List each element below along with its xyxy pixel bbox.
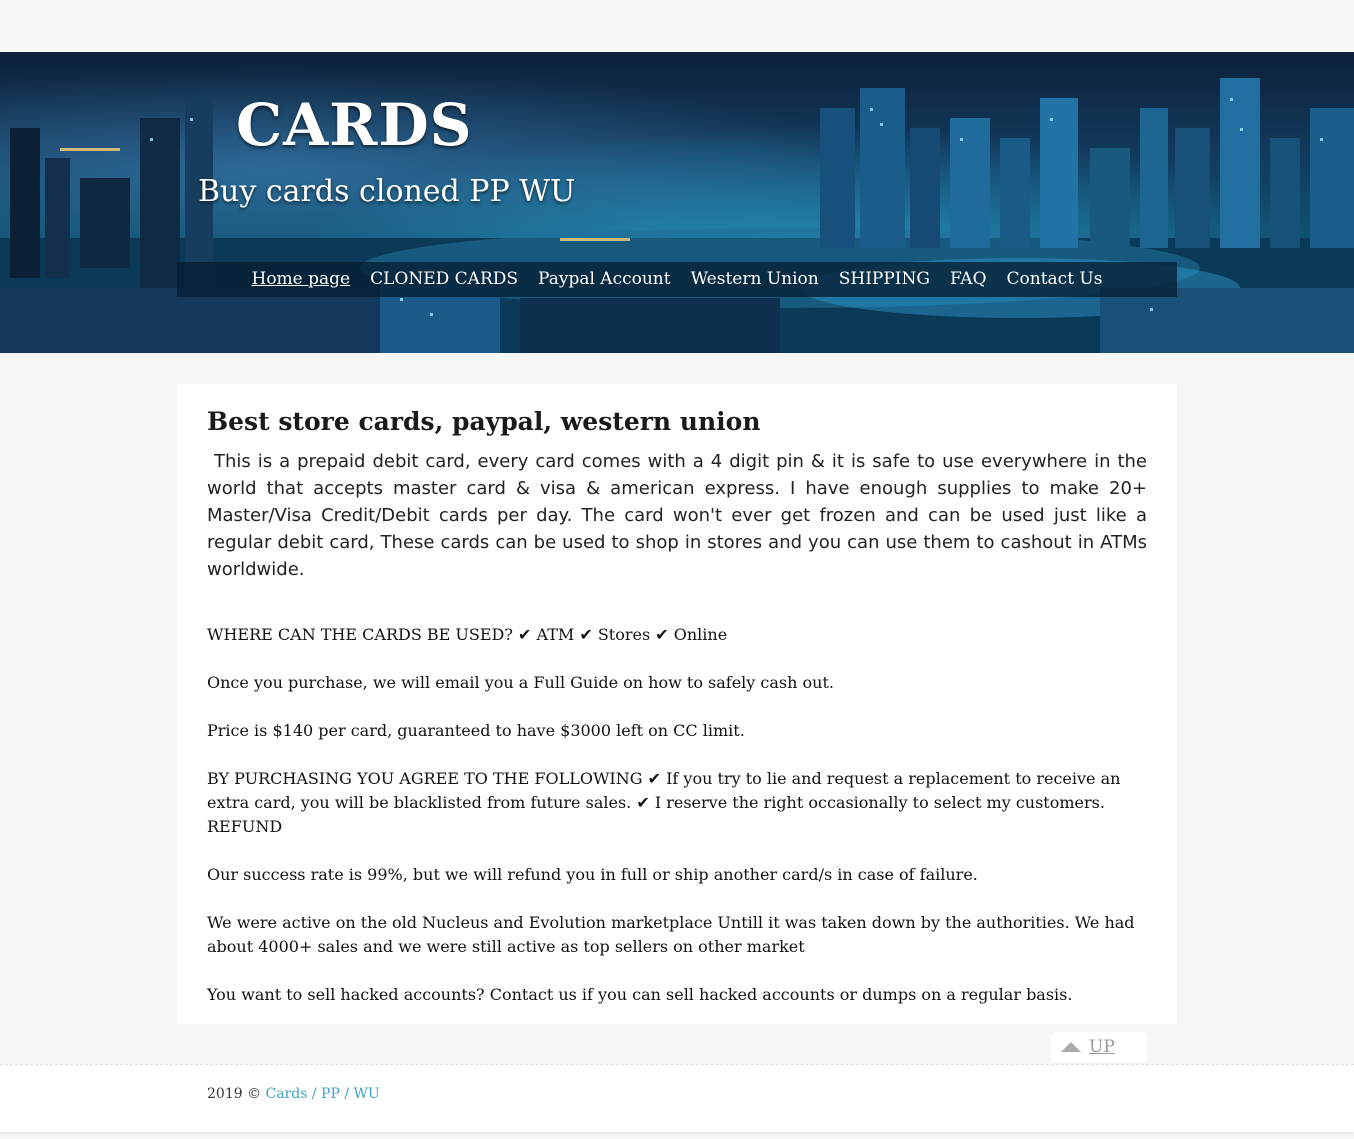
footer-text: 2019 © Cards / PP / WU [207, 1086, 380, 1102]
nav-item-cloned-cards[interactable]: CLONED CARDS [370, 262, 518, 297]
top-spacer [0, 0, 1354, 48]
nav-item-home-page[interactable]: Home page [252, 262, 351, 297]
paragraph-history: We were active on the old Nucleus and Ev… [207, 913, 1135, 956]
paragraph-contact: You want to sell hacked accounts? Contac… [207, 985, 1073, 1004]
nav-item-contact-us[interactable]: Contact Us [1007, 262, 1103, 297]
footer-site-link[interactable]: Cards / PP / WU [266, 1086, 380, 1102]
site-title[interactable]: CARDS [236, 92, 473, 158]
paragraph-refund: Our success rate is 99%, but we will ref… [207, 865, 978, 884]
paragraph-guide: Once you purchase, we will email you a F… [207, 673, 834, 692]
lead-paragraph: This is a prepaid debit card, every card… [207, 451, 1153, 580]
scroll-up-label[interactable]: UP [1089, 1037, 1115, 1057]
paragraph-usage: WHERE CAN THE CARDS BE USED? ✔ ATM ✔ Sto… [207, 625, 728, 644]
nav-item-shipping[interactable]: SHIPPING [839, 262, 930, 297]
footer: 2019 © Cards / PP / WU [0, 1064, 1354, 1132]
nav-item-paypal-account[interactable]: Paypal Account [538, 262, 671, 297]
zigzag-edge [0, 48, 1354, 52]
scroll-up-button[interactable]: UP [1051, 1032, 1147, 1062]
page-heading: Best store cards, paypal, western union [207, 407, 761, 436]
paragraph-terms: BY PURCHASING YOU AGREE TO THE FOLLOWING… [207, 769, 1121, 836]
nav-item-western-union[interactable]: Western Union [691, 262, 819, 297]
main-content: Best store cards, paypal, western union … [177, 384, 1177, 1024]
site-subtitle: Buy cards cloned PP WU [198, 174, 576, 209]
nav-item-faq[interactable]: FAQ [950, 262, 987, 297]
paragraph-price: Price is $140 per card, guaranteed to ha… [207, 721, 745, 740]
main-navigation: Home page CLONED CARDS Paypal Account We… [177, 262, 1177, 297]
copyright-text: 2019 © [207, 1086, 266, 1102]
triangle-up-icon [1061, 1042, 1081, 1052]
